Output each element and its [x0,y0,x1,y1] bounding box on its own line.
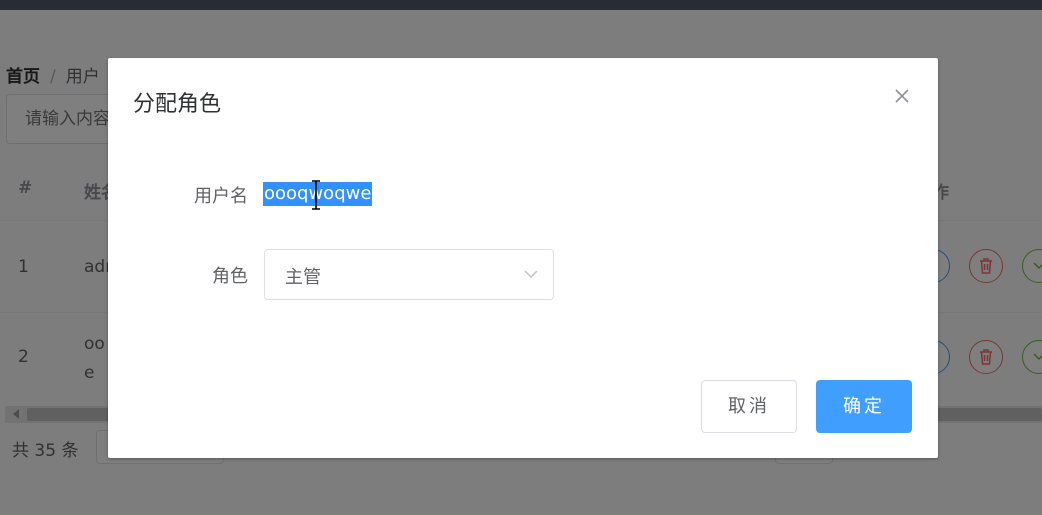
role-select[interactable]: 主管 [264,249,554,300]
dialog-title: 分配角色 [133,92,222,117]
close-button[interactable] [892,86,912,106]
confirm-button[interactable]: 确定 [816,380,912,433]
role-select-value: 主管 [285,267,321,288]
assign-role-dialog: 分配角色 用户名 oooqwoqwe 角色 主管 取消 确定 [108,58,938,458]
cancel-button[interactable]: 取消 [701,380,797,433]
close-icon [895,89,909,103]
username-label: 用户名 [194,186,248,207]
role-label: 角色 [212,266,248,287]
chevron-down-icon [524,270,538,279]
text-cursor-icon [311,180,321,210]
